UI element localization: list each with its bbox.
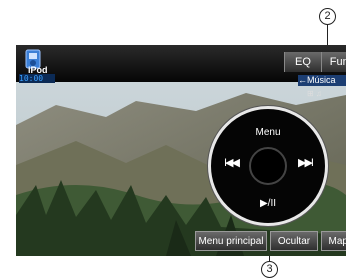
control-disk[interactable]: Menu I◀◀ ▶▶I ▶/II <box>208 106 328 226</box>
hide-button[interactable]: Ocultar <box>270 231 318 251</box>
status-icons: ⊞ ♫ <box>307 89 322 98</box>
music-category-label[interactable]: ←Música <box>298 75 346 86</box>
previous-track-icon[interactable]: I◀◀ <box>224 156 240 169</box>
clock-display: 10:00 <box>19 74 55 83</box>
disk-center-button[interactable] <box>249 147 287 185</box>
disk-menu-button[interactable]: Menu <box>211 127 325 138</box>
main-menu-button[interactable]: Menu principal <box>195 231 267 251</box>
head-unit-screen: iPod 10:00 EQ Func ←Música ⊞ ♫ Menu I◀◀ … <box>16 45 346 256</box>
callout-2: 2 <box>319 8 336 25</box>
tab-func[interactable]: Func <box>321 52 346 72</box>
map-button[interactable]: Mapa <box>321 231 346 251</box>
play-pause-icon[interactable]: ▶/II <box>211 198 325 209</box>
tab-eq[interactable]: EQ <box>284 52 321 72</box>
next-track-icon[interactable]: ▶▶I <box>298 156 314 169</box>
callout-3: 3 <box>261 261 278 278</box>
